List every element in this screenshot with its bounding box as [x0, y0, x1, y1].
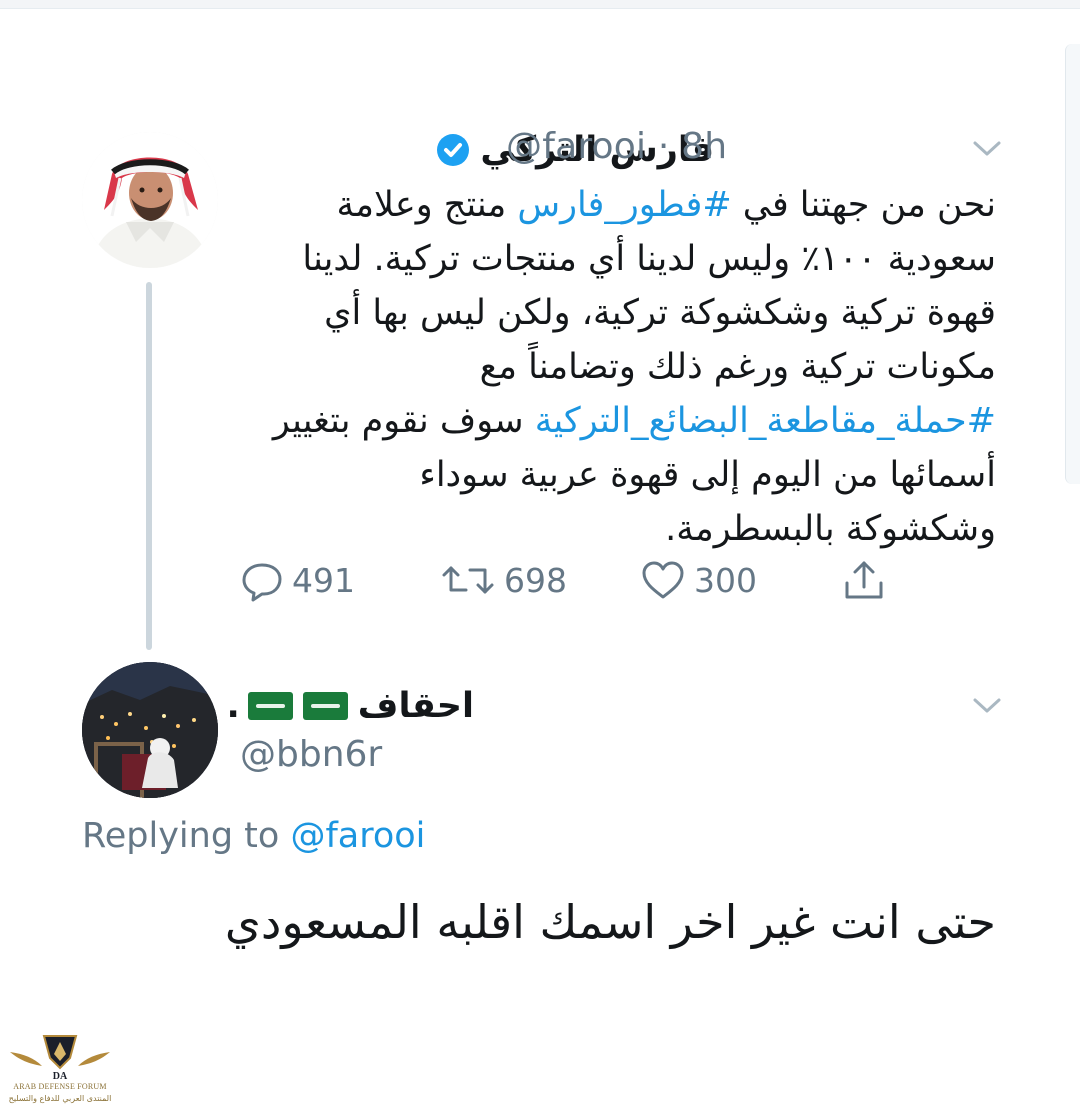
- tweet-author-handle[interactable]: @farooi: [506, 126, 646, 167]
- saudi-flag-icon: [247, 692, 293, 720]
- forum-monogram: DA: [53, 1071, 68, 1082]
- tweet-text: نحن من جهتنا في #فطور_فارس منتج وعلامة س…: [260, 178, 996, 556]
- reply-author-handle[interactable]: @bbn6r: [240, 734, 382, 775]
- replying-to: Replying to @farooi: [82, 816, 425, 856]
- top-divider: [0, 0, 1080, 9]
- chevron-down-icon[interactable]: [972, 140, 1002, 158]
- tweet-timestamp[interactable]: 8h: [681, 126, 727, 167]
- tweet-text-part: نحن من جهتنا في: [731, 185, 996, 225]
- name-suffix: .: [226, 686, 240, 726]
- chevron-down-icon[interactable]: [972, 697, 1002, 715]
- reply-count: 491: [292, 560, 355, 600]
- verified-badge-icon: [437, 134, 470, 166]
- forum-title: ARAB DEFENSE FORUM: [13, 1082, 107, 1091]
- meta-separator: ·: [657, 126, 670, 167]
- retweet-icon: [442, 566, 494, 594]
- share-button[interactable]: [842, 554, 886, 606]
- saudi-flag-icon: [302, 692, 348, 720]
- replying-to-handle[interactable]: @farooi: [290, 816, 425, 856]
- reply-button[interactable]: 491: [240, 554, 355, 606]
- share-icon: [845, 561, 883, 599]
- like-button[interactable]: 300: [640, 554, 757, 606]
- scrollbar[interactable]: [1065, 44, 1080, 484]
- forum-watermark: DA ARAB DEFENSE FORUM المنتدى العربي للد…: [6, 1030, 114, 1110]
- heart-icon: [642, 561, 684, 599]
- thread-connector-line: [146, 282, 152, 650]
- reply-author-row[interactable]: احقاف .: [226, 684, 474, 728]
- retweet-button[interactable]: 698: [440, 554, 567, 606]
- hashtag-link[interactable]: #فطور_فارس: [517, 185, 731, 225]
- reply-author-name[interactable]: احقاف: [358, 686, 474, 726]
- forum-logo-icon: DA: [10, 1035, 110, 1082]
- forum-subtitle: المنتدى العربي للدفاع والتسليح: [8, 1094, 112, 1103]
- tweet-actions: 491 698 300: [240, 554, 900, 606]
- reply-text: حتى انت غير اخر اسمك اقلبه المسعودي: [224, 895, 996, 949]
- reply-avatar-image: [82, 662, 218, 798]
- author-avatar-image: [82, 132, 218, 268]
- like-count: 300: [694, 560, 757, 600]
- hashtag-link[interactable]: #حملة_مقاطعة_البضائع_التركية: [535, 401, 996, 441]
- reply-icon: [242, 563, 282, 602]
- author-avatar[interactable]: [82, 132, 218, 268]
- retweet-count: 698: [504, 560, 567, 600]
- replying-to-label: Replying to: [82, 816, 280, 856]
- tweet-meta: @farooi · 8h: [506, 126, 727, 167]
- reply-avatar[interactable]: [82, 662, 218, 798]
